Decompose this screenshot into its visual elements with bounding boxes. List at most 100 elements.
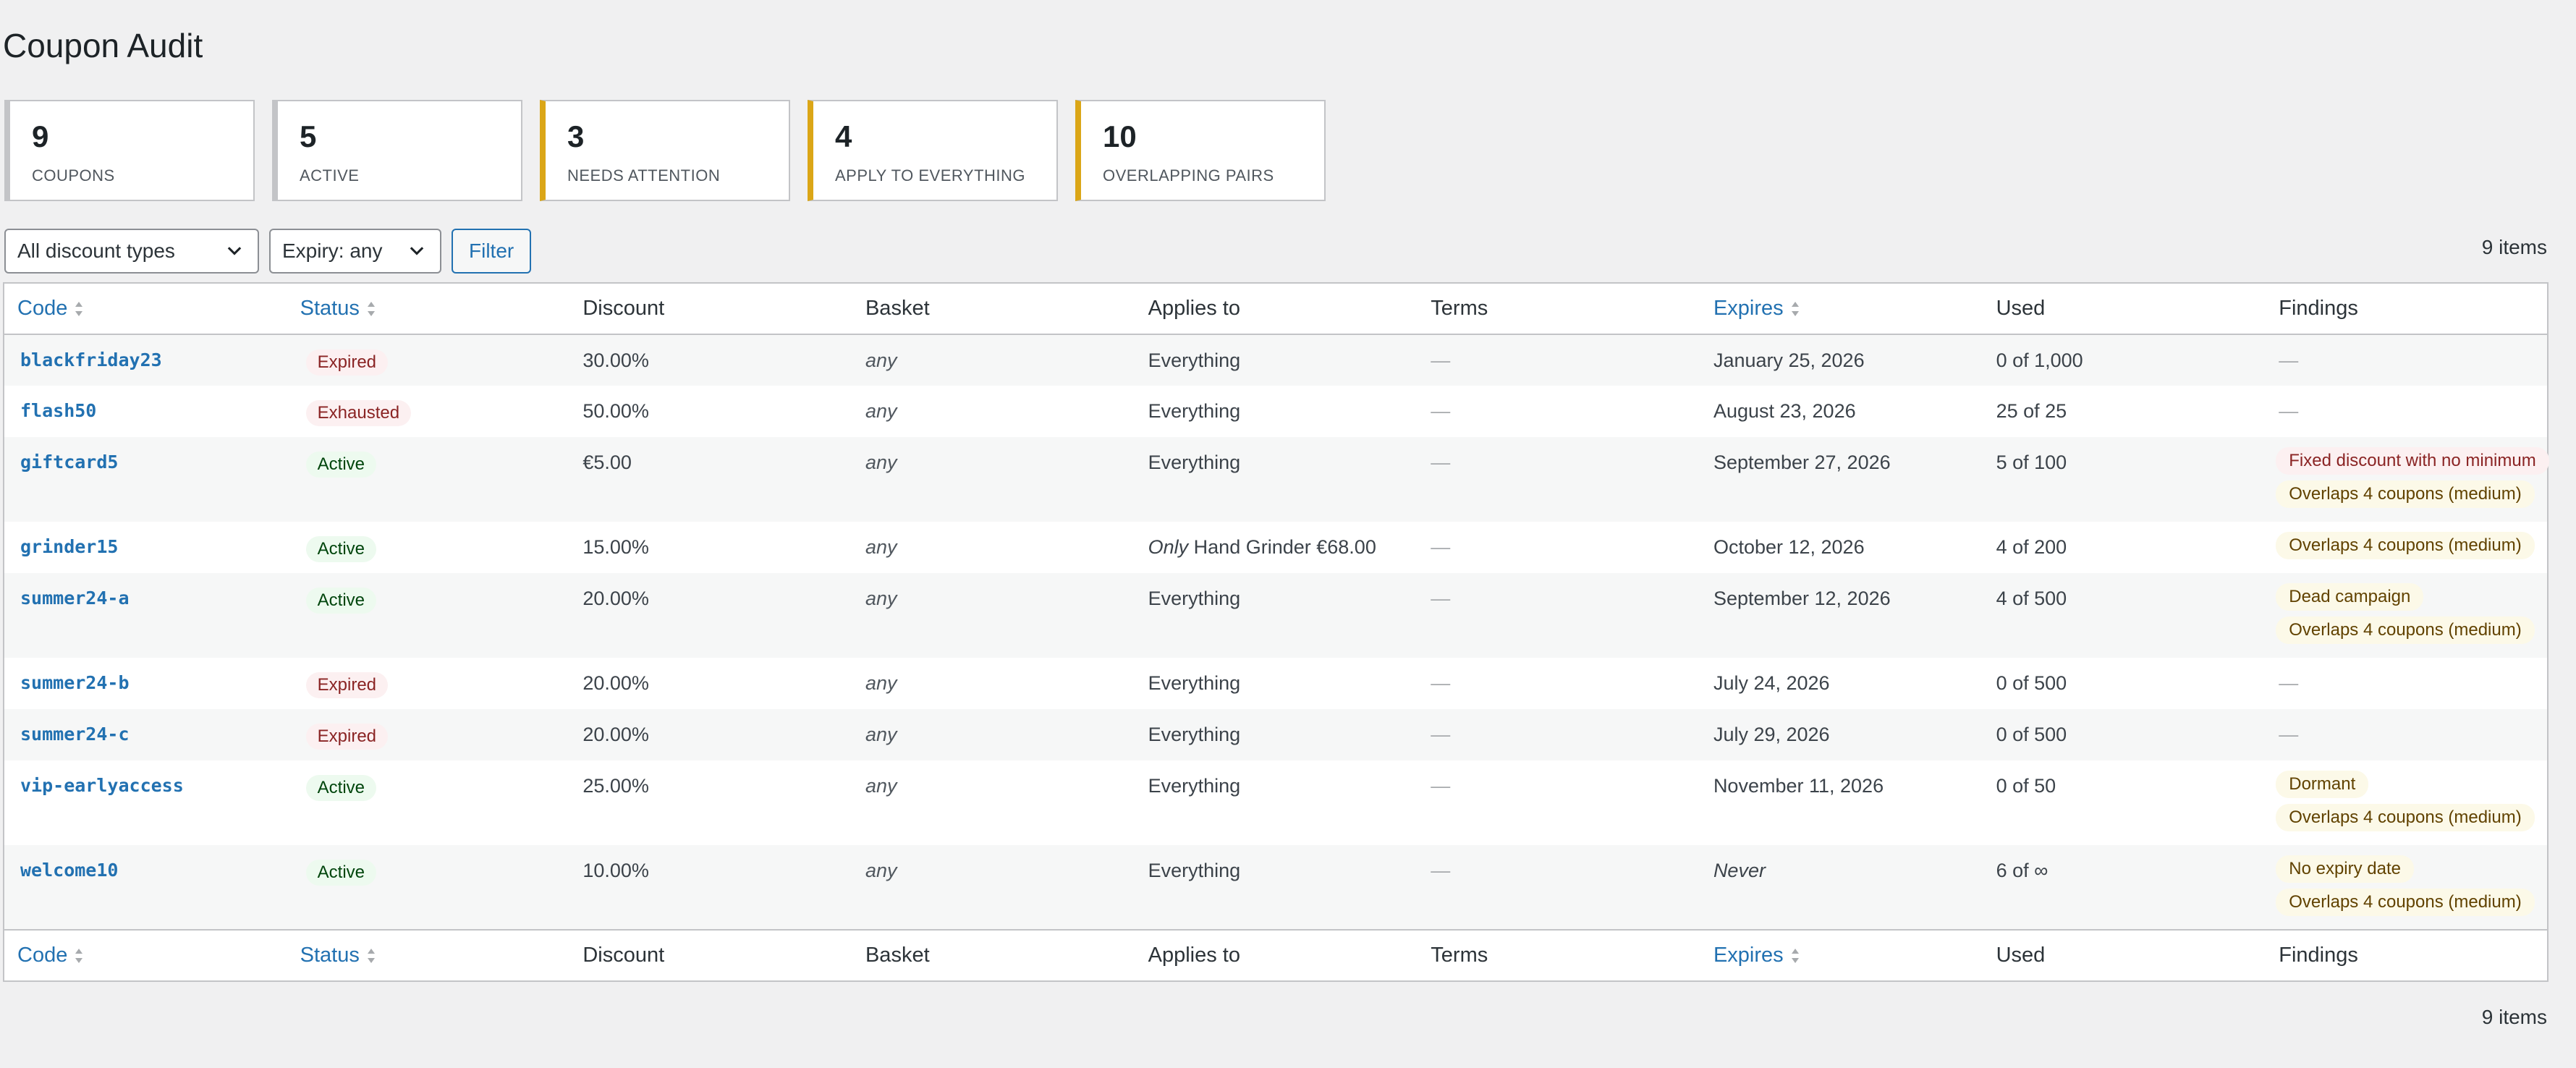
sort-icon (75, 302, 83, 317)
sort-icon (367, 949, 375, 964)
table-row: summer24-a Active 20.00% any Everything — Sept… (4, 573, 2547, 658)
applies-to-cell: Everything (1148, 775, 1241, 797)
column-footer-applies-to: Applies to (1135, 929, 1418, 980)
discount-cell: 10.00% (582, 860, 649, 881)
status-cell: Active (287, 573, 570, 658)
findings-cell: Dormant Overlaps 4 coupons (medium) (2266, 760, 2547, 845)
column-footer-used: Used (1983, 929, 2266, 980)
table-row: giftcard5 Active €5.00 any Everything — Septem… (4, 437, 2549, 522)
empty-finding: — (2279, 672, 2299, 694)
terms-cell: — (1431, 400, 1451, 422)
table-header-row: Code Status Discount Basket Applies to T… (4, 284, 2547, 335)
basket-cell: any (865, 349, 897, 371)
column-footer-findings: Findings (2266, 929, 2547, 980)
status-cell: Expired (287, 658, 570, 709)
summary-card-value: 5 (300, 119, 317, 153)
coupon-table: Code Status Discount Basket Applies to T… (3, 282, 2549, 982)
summary-card: 3 NEEDS ATTENTION (540, 100, 790, 201)
column-header-expires[interactable]: Expires (1700, 284, 1983, 335)
column-header-expires-label: Expires (1713, 297, 1784, 320)
status-cell: Expired (287, 709, 570, 760)
terms-cell: — (1431, 860, 1451, 881)
column-footer-expires[interactable]: Expires (1700, 929, 1983, 980)
basket-cell: any (865, 536, 897, 558)
expires-cell: July 24, 2026 (1713, 672, 1830, 694)
table-row: vip-earlyaccess Active 25.00% any Everything… (4, 760, 2547, 845)
coupon-code-link[interactable]: vip-earlyaccess (4, 760, 287, 845)
column-header-status[interactable]: Status (287, 284, 570, 335)
applies-to-cell: Everything (1148, 588, 1241, 609)
column-footer-basket: Basket (852, 929, 1135, 980)
column-footer-terms: Terms (1418, 929, 1700, 980)
table-row: summer24-b Expired 20.00% any Everything — Jul… (4, 658, 2547, 709)
coupon-code-link[interactable]: blackfriday23 (4, 334, 287, 386)
expires-cell: September 12, 2026 (1713, 588, 1891, 609)
applies-to-cell: Everything (1148, 400, 1241, 422)
findings-cell: — (2266, 334, 2547, 386)
applies-to-cell: Everything (1148, 349, 1241, 371)
used-cell: 0 of 500 (1996, 672, 2067, 694)
expires-cell: November 11, 2026 (1713, 775, 1884, 797)
status-cell: Exhausted (287, 386, 570, 437)
empty-finding: — (2279, 349, 2299, 371)
findings-cell: Fixed discount with no minimum Overlaps 4… (2266, 437, 2549, 522)
table-row: flash50 Exhausted 50.00% any Everything — Augu… (4, 386, 2547, 437)
column-header-terms: Terms (1418, 284, 1700, 335)
finding-chip: Overlaps 4 coupons (medium) (2276, 889, 2535, 916)
coupon-code-link[interactable]: giftcard5 (4, 437, 287, 522)
summary-cards: 9 COUPONS 5 ACTIVE 3 NEEDS ATTENTION 4 APPLY TO… (4, 100, 1326, 201)
column-footer-discount: Discount (569, 929, 852, 980)
column-header-code[interactable]: Code (4, 284, 287, 335)
discount-type-select[interactable]: All discount types (4, 229, 259, 274)
column-header-discount: Discount (569, 284, 852, 335)
terms-cell: — (1431, 452, 1451, 473)
summary-card: 5 ACTIVE (272, 100, 522, 201)
coupon-code-link[interactable]: summer24-b (4, 658, 287, 709)
column-footer-code[interactable]: Code (4, 929, 287, 980)
discount-cell: 25.00% (582, 775, 649, 797)
status-badge: Expired (305, 672, 389, 698)
discount-cell: €5.00 (582, 452, 632, 473)
column-header-code-label: Code (17, 297, 68, 320)
expires-cell: August 23, 2026 (1713, 400, 1856, 422)
expiry-select-value: Expiry: any (282, 240, 383, 262)
discount-cell: 30.00% (582, 349, 649, 371)
basket-cell: any (865, 672, 897, 694)
expiry-select[interactable]: Expiry: any (269, 229, 441, 274)
status-badge: Active (305, 860, 377, 886)
filter-bar: All discount types Expiry: any Filter (4, 229, 532, 274)
finding-chip: Overlaps 4 coupons (medium) (2276, 532, 2535, 559)
table-body: blackfriday23 Expired 30.00% any Everything —… (4, 334, 2549, 930)
used-cell: 4 of 200 (1996, 536, 2067, 558)
used-cell: 5 of 100 (1996, 452, 2067, 473)
coupon-code-link[interactable]: welcome10 (4, 845, 287, 930)
table-row: summer24-c Expired 20.00% any Everything — Jul… (4, 709, 2547, 760)
finding-chip: Dead campaign (2276, 583, 2424, 611)
summary-card-label: NEEDS ATTENTION (567, 166, 721, 185)
summary-card-label: COUPONS (32, 166, 115, 185)
summary-card-label: ACTIVE (300, 166, 360, 185)
used-cell: 4 of 500 (1996, 588, 2067, 609)
column-footer-expires-label: Expires (1713, 944, 1784, 967)
applies-to-cell: Everything (1148, 724, 1241, 745)
coupon-code-link[interactable]: flash50 (4, 386, 287, 437)
status-badge: Active (305, 536, 377, 562)
page-title: Coupon Audit (3, 27, 203, 64)
summary-card-label: APPLY TO EVERYTHING (835, 166, 1026, 185)
discount-cell: 50.00% (582, 400, 649, 422)
finding-chip: Dormant (2276, 771, 2369, 798)
coupon-code-link[interactable]: summer24-a (4, 573, 287, 658)
finding-chip: Fixed discount with no minimum (2276, 447, 2549, 475)
coupon-code-link[interactable]: summer24-c (4, 709, 287, 760)
terms-cell: — (1431, 775, 1451, 797)
expires-cell: September 27, 2026 (1713, 452, 1891, 473)
empty-finding: — (2279, 724, 2299, 745)
discount-cell: 20.00% (582, 724, 649, 745)
basket-cell: any (865, 724, 897, 745)
filter-button[interactable]: Filter (452, 229, 532, 274)
summary-card-value: 10 (1103, 119, 1137, 153)
column-footer-status[interactable]: Status (287, 929, 570, 980)
chevron-down-icon (410, 247, 424, 255)
basket-cell: any (865, 400, 897, 422)
coupon-code-link[interactable]: grinder15 (4, 522, 287, 573)
